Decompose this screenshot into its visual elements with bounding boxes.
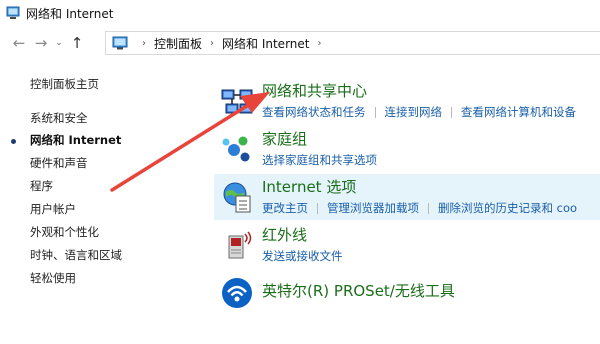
sidebar-item-appearance[interactable]: 外观和个性化 <box>30 224 99 240</box>
category-links: 查看网络状态和任务 连接到网络 查看网络计算机和设备 <box>262 104 576 120</box>
category-intel-proset: 英特尔(R) PROSet/无线工具 <box>214 270 600 316</box>
link-delete-browsing-history[interactable]: 删除浏览的历史记录和 coo <box>438 200 577 216</box>
category-links: 更改主页 管理浏览器加载项 删除浏览的历史记录和 coo <box>262 200 577 216</box>
sidebar-item-user-accounts[interactable]: 用户帐户 <box>30 201 76 217</box>
category-internet-options: Internet 选项 更改主页 管理浏览器加载项 删除浏览的历史记录和 coo <box>214 174 600 220</box>
link-view-network-status[interactable]: 查看网络状态和任务 <box>262 104 366 120</box>
forward-arrow-icon[interactable]: → <box>30 32 52 54</box>
back-arrow-icon[interactable]: ← <box>8 32 30 54</box>
link-divider <box>451 106 452 118</box>
link-homegroup-sharing-options[interactable]: 选择家庭组和共享选项 <box>262 152 377 168</box>
infrared-icon <box>228 231 252 259</box>
category-homegroup: 家庭组 选择家庭组和共享选项 <box>214 126 600 172</box>
sidebar-item-clock-language-region[interactable]: 时钟、语言和区域 <box>30 247 122 263</box>
navigation-bar: ← → ⌄ ↑ › 控制面板 › 网络和 Internet › <box>0 28 600 58</box>
link-divider <box>374 106 376 118</box>
link-divider <box>317 202 318 214</box>
category-links: 选择家庭组和共享选项 <box>262 152 377 168</box>
control-panel-icon <box>6 6 20 19</box>
homegroup-icon <box>222 136 250 162</box>
breadcrumb-chevron-icon[interactable]: › <box>210 38 214 49</box>
network-sharing-center-icon <box>221 89 253 114</box>
control-panel-location-icon <box>112 36 128 50</box>
category-title[interactable]: 网络和共享中心 <box>262 80 367 101</box>
link-manage-browser-addons[interactable]: 管理浏览器加载项 <box>327 200 419 216</box>
sidebar-item-hardware-sound[interactable]: 硬件和声音 <box>30 155 88 171</box>
link-send-receive-files[interactable]: 发送或接收文件 <box>262 248 343 264</box>
breadcrumb-chevron-icon[interactable]: › <box>317 38 321 49</box>
category-infrared: 红外线 发送或接收文件 <box>214 222 600 268</box>
breadcrumb-chevron-icon[interactable]: › <box>142 38 146 49</box>
category-network-sharing-center: 网络和共享中心 查看网络状态和任务 连接到网络 查看网络计算机和设备 <box>214 78 600 124</box>
sidebar-item-control-panel-home[interactable]: 控制面板主页 <box>30 76 99 92</box>
category-links: 发送或接收文件 <box>262 248 343 264</box>
window-title: 网络和 Internet <box>26 6 114 21</box>
intel-wireless-icon <box>222 278 252 308</box>
link-view-network-computers[interactable]: 查看网络计算机和设备 <box>461 104 576 120</box>
internet-options-icon <box>223 182 251 213</box>
sidebar-item-network-internet[interactable]: 网络和 Internet <box>30 132 121 148</box>
sidebar-item-system-security[interactable]: 系统和安全 <box>30 110 88 126</box>
up-arrow-icon[interactable]: ↑ <box>66 32 88 54</box>
sidebar-item-ease-of-access[interactable]: 轻松使用 <box>30 270 76 286</box>
category-title[interactable]: 英特尔(R) PROSet/无线工具 <box>262 280 455 301</box>
link-divider <box>428 202 429 214</box>
address-bar[interactable]: › 控制面板 › 网络和 Internet › <box>105 31 600 55</box>
sidebar-item-programs[interactable]: 程序 <box>30 178 53 194</box>
link-change-homepage[interactable]: 更改主页 <box>262 200 308 216</box>
title-bar: 网络和 Internet <box>0 0 600 26</box>
category-title[interactable]: 家庭组 <box>262 128 307 149</box>
breadcrumb-network-internet[interactable]: 网络和 Internet <box>222 35 309 52</box>
category-title[interactable]: Internet 选项 <box>262 176 356 197</box>
recent-locations-chevron-icon[interactable]: ⌄ <box>52 32 66 54</box>
breadcrumb-control-panel[interactable]: 控制面板 <box>154 35 202 52</box>
active-item-bullet <box>11 139 16 144</box>
link-connect-to-network[interactable]: 连接到网络 <box>385 104 443 120</box>
category-title[interactable]: 红外线 <box>262 224 307 245</box>
